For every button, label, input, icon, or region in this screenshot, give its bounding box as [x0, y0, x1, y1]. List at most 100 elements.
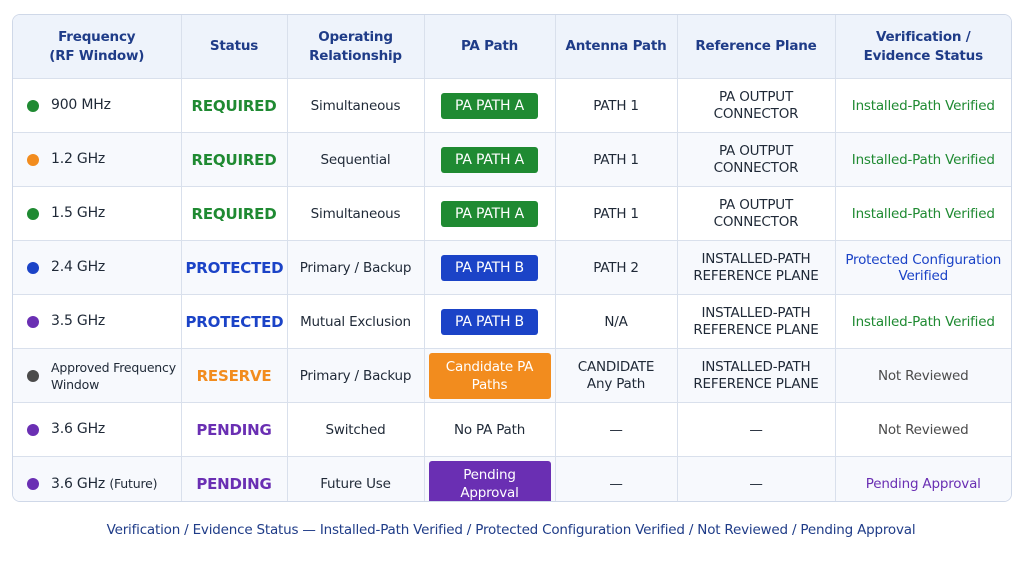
operating-relationship-cell: Primary / Backup — [287, 348, 425, 403]
frequency-suffix: (Future) — [109, 475, 158, 491]
status-label: REQUIRED — [191, 96, 277, 115]
status-label: REQUIRED — [191, 150, 277, 169]
status-cell: REQUIRED — [181, 78, 288, 133]
status-label: PROTECTED — [185, 312, 284, 331]
pa-path-cell: PA PATH B — [424, 240, 556, 295]
frequency-value: 1.5 GHz — [51, 205, 106, 221]
frequency-cell: Approved Frequency Window — [13, 348, 182, 403]
status-dot-icon — [27, 369, 39, 382]
pa-path-cell: Pending Approval — [424, 456, 556, 501]
pa-path-badge: PA PATH A — [441, 146, 538, 173]
status-cell: RESERVE — [181, 348, 288, 403]
pa-path-cell: No PA Path — [424, 402, 556, 457]
pa-path-cell: PA PATH A — [424, 78, 556, 133]
antenna-path-cell: N/A — [555, 294, 678, 349]
frequency-value: 1.2 GHz — [51, 151, 106, 167]
header-reference-plane: Reference Plane — [677, 15, 836, 79]
status-cell: REQUIRED — [181, 132, 288, 187]
frequency-value: 900 MHz — [51, 97, 111, 113]
verification-status-cell: Not Reviewed — [835, 348, 1011, 403]
status-cell: REQUIRED — [181, 186, 288, 241]
header-status: Status — [181, 15, 288, 79]
verification-status-cell: Installed-Path Verified — [835, 294, 1011, 349]
reference-plane-cell: INSTALLED-PATH REFERENCE PLANE — [677, 348, 836, 403]
table-row: 2.4 GHz PROTECTED Primary / Backup PA PATH … — [13, 240, 1011, 295]
frequency-text: 1.2 GHz — [51, 151, 105, 168]
frequency-table: Frequency (RF Window) Status Operating Rel… — [13, 15, 1011, 501]
operating-relationship-cell: Simultaneous — [287, 78, 425, 133]
frequency-wrap: 3.6 GHz — [27, 421, 177, 438]
header-antenna-path: Antenna Path — [555, 15, 678, 79]
verification-status-cell: Installed-Path Verified — [835, 132, 1011, 187]
status-dot-icon — [27, 153, 39, 166]
frequency-value: 3.5 GHz — [51, 313, 106, 329]
header-operating-relationship: Operating Relationship — [287, 15, 425, 79]
status-dot-icon — [27, 423, 39, 436]
frequency-wrap: 2.4 GHz — [27, 259, 177, 276]
antenna-path-cell: PATH 1 — [555, 78, 678, 133]
frequency-text: Approved Frequency Window — [51, 359, 176, 393]
frequency-cell: 3.6 GHz (Future) — [13, 456, 182, 501]
table-row: 3.6 GHz PENDING Switched No PA Path — — Not Re… — [13, 402, 1011, 457]
pa-path-badge: PA PATH B — [441, 254, 538, 281]
table-row: Approved Frequency Window RESERVE Primary /… — [13, 348, 1011, 403]
table-row: 3.6 GHz (Future) PENDING Future Use Pending… — [13, 456, 1011, 501]
reference-plane-cell: INSTALLED-PATH REFERENCE PLANE — [677, 294, 836, 349]
antenna-path-cell: — — [555, 456, 678, 501]
frequency-cell: 3.6 GHz — [13, 402, 182, 457]
table-row: 900 MHz REQUIRED Simultaneous PA PATH A PATH… — [13, 78, 1011, 133]
antenna-path-cell: PATH 2 — [555, 240, 678, 295]
status-dot-icon — [27, 477, 39, 490]
operating-relationship-cell: Future Use — [287, 456, 425, 501]
reference-plane-cell: — — [677, 456, 836, 501]
pa-path-cell: PA PATH A — [424, 132, 556, 187]
status-label: RESERVE — [196, 366, 272, 385]
pa-path-badge: PA PATH B — [441, 308, 538, 335]
table-body: 900 MHz REQUIRED Simultaneous PA PATH A PATH… — [13, 78, 1011, 501]
operating-relationship-cell: Mutual Exclusion — [287, 294, 425, 349]
operating-relationship-cell: Simultaneous — [287, 186, 425, 241]
status-label: PROTECTED — [185, 258, 284, 277]
frequency-text: 3.5 GHz — [51, 313, 105, 330]
reference-plane-cell: PA OUTPUT CONNECTOR — [677, 186, 836, 241]
frequency-wrap: 3.5 GHz — [27, 313, 177, 330]
frequency-wrap: 900 MHz — [27, 97, 177, 114]
antenna-path-cell: — — [555, 402, 678, 457]
verification-status-cell: Protected Configuration Verified — [835, 240, 1011, 295]
status-label: PENDING — [196, 420, 272, 439]
table-row: 3.5 GHz PROTECTED Mutual Exclusion PA PATH … — [13, 294, 1011, 349]
status-label: REQUIRED — [191, 204, 277, 223]
antenna-path-cell: CANDIDATE Any Path — [555, 348, 678, 403]
reference-plane-cell: PA OUTPUT CONNECTOR — [677, 78, 836, 133]
pa-path-badge: PA PATH A — [441, 92, 538, 119]
frequency-value: 2.4 GHz — [51, 259, 106, 275]
header-frequency: Frequency (RF Window) — [13, 15, 182, 79]
frequency-cell: 900 MHz — [13, 78, 182, 133]
header-verification-status: Verification / Evidence Status — [835, 15, 1011, 79]
pa-path-cell: PA PATH B — [424, 294, 556, 349]
frequency-value: 3.6 GHz — [51, 421, 106, 437]
frequency-text: 1.5 GHz — [51, 205, 105, 222]
frequency-value: Approved Frequency Window — [51, 359, 176, 392]
status-cell: PENDING — [181, 456, 288, 501]
pa-path-badge: Pending Approval — [428, 460, 551, 501]
frequency-text: 900 MHz — [51, 97, 111, 114]
status-dot-icon — [27, 99, 39, 112]
antenna-path-cell: PATH 1 — [555, 132, 678, 187]
operating-relationship-cell: Sequential — [287, 132, 425, 187]
status-cell: PENDING — [181, 402, 288, 457]
reference-plane-cell: — — [677, 402, 836, 457]
table-row: 1.5 GHz REQUIRED Simultaneous PA PATH A PATH… — [13, 186, 1011, 241]
operating-relationship-cell: Primary / Backup — [287, 240, 425, 295]
status-cell: PROTECTED — [181, 294, 288, 349]
reference-plane-cell: INSTALLED-PATH REFERENCE PLANE — [677, 240, 836, 295]
status-dot-icon — [27, 261, 39, 274]
frequency-wrap: 1.5 GHz — [27, 205, 177, 222]
legend-footer: Verification / Evidence Status — Install… — [106, 522, 916, 538]
verification-status-cell: Not Reviewed — [835, 402, 1011, 457]
status-dot-icon — [27, 207, 39, 220]
frequency-text: 2.4 GHz — [51, 259, 105, 276]
table-row: 1.2 GHz REQUIRED Sequential PA PATH A PATH 1… — [13, 132, 1011, 187]
status-label: PENDING — [196, 474, 272, 493]
pa-path-text: No PA Path — [453, 421, 526, 438]
